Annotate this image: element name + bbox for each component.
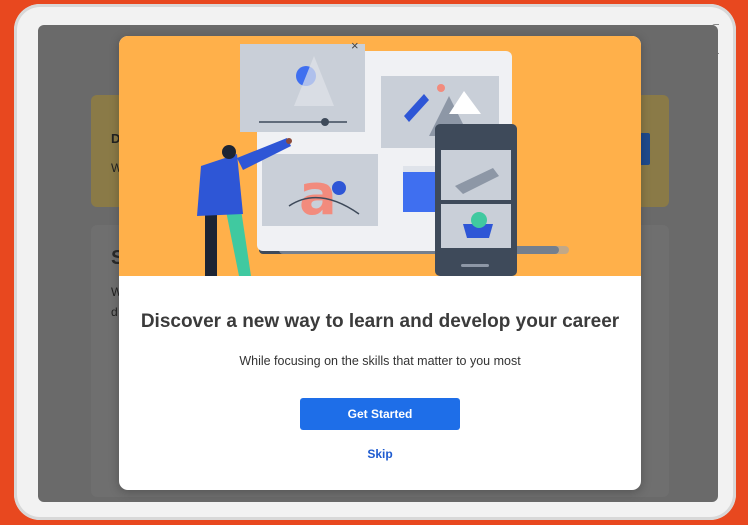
background-card-line: d — [111, 305, 118, 319]
illustration-letter: a — [299, 163, 337, 228]
modal-headline: Discover a new way to learn and develop … — [140, 311, 620, 332]
learning-illustration: a — [197, 44, 569, 276]
modal-subheadline: While focusing on the skills that matter… — [239, 354, 521, 368]
get-started-button[interactable]: Get Started — [300, 398, 460, 430]
onboarding-modal: a × Discover a new way to learn and deve… — [119, 36, 641, 490]
close-icon[interactable]: × — [351, 39, 359, 52]
skip-link[interactable]: Skip — [119, 447, 641, 461]
hero-illustration: a × — [119, 36, 641, 276]
